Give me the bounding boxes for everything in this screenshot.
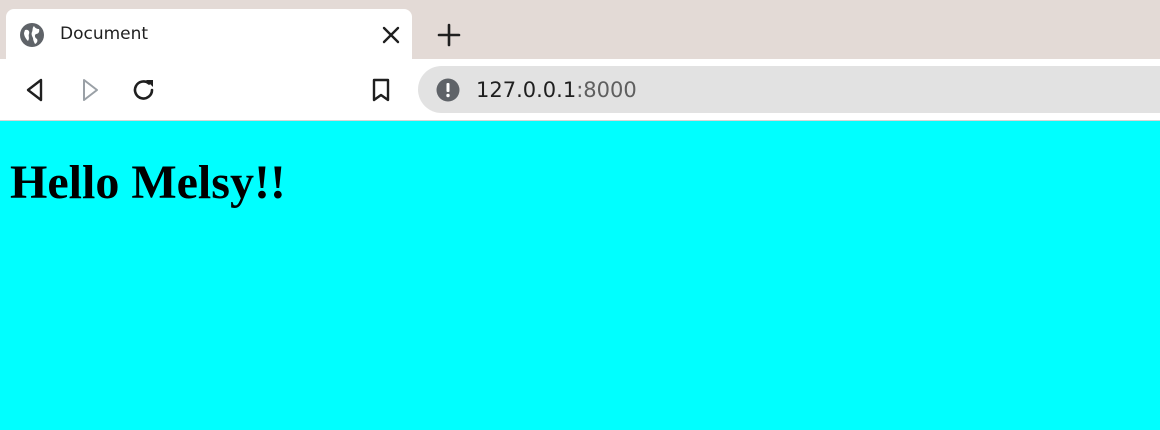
url-host: 127.0.0.1 [476, 78, 577, 102]
page-content: Hello Melsy!! [0, 121, 1160, 430]
tab-title: Document [60, 24, 149, 44]
plus-icon[interactable] [434, 20, 464, 50]
url-text[interactable]: 127.0.0.1:8000 [476, 76, 637, 104]
back-icon[interactable] [20, 75, 50, 105]
browser-window: Document 127.0.0.1:8000 Hello Melsy!! [0, 0, 1160, 430]
url-port: :8000 [576, 78, 637, 102]
reload-icon[interactable] [129, 75, 159, 105]
tab-document[interactable]: Document [6, 9, 412, 59]
forward-icon[interactable] [75, 75, 105, 105]
close-icon[interactable] [379, 23, 403, 47]
info-icon[interactable] [436, 78, 460, 102]
toolbar: 127.0.0.1:8000 [0, 59, 1160, 121]
page-heading: Hello Melsy!! [10, 156, 286, 209]
address-bar[interactable]: 127.0.0.1:8000 [418, 66, 1160, 113]
tab-strip: Document [0, 0, 1160, 59]
globe-icon [19, 22, 45, 48]
bookmark-icon[interactable] [366, 75, 396, 105]
